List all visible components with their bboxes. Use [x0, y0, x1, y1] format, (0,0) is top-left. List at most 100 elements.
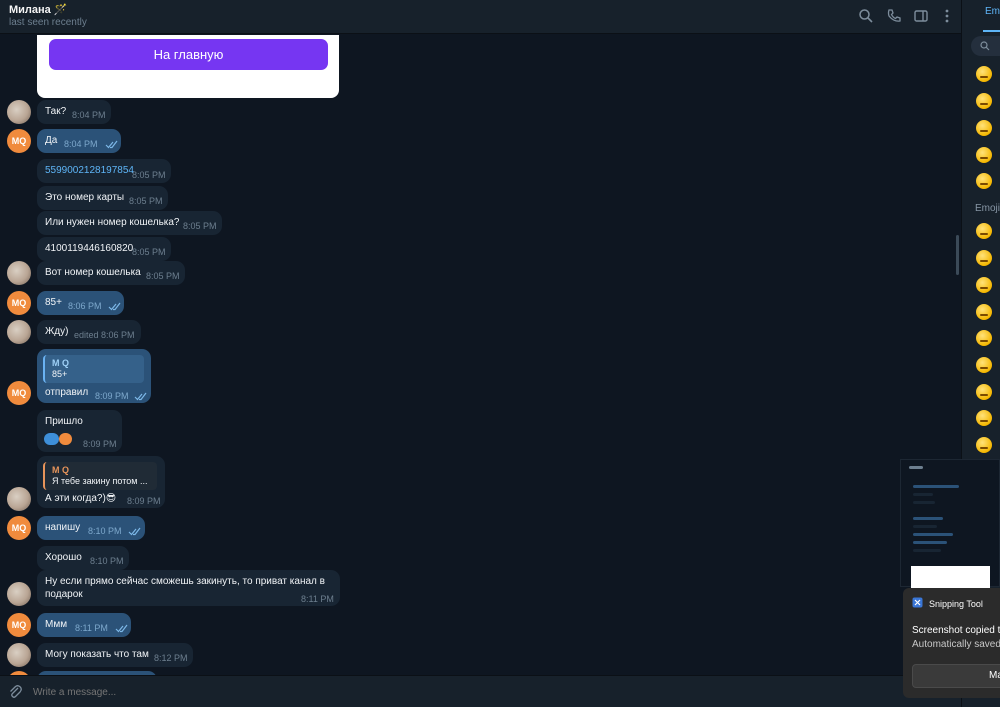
message-text: Это номер карты [45, 192, 125, 203]
reply-quote[interactable]: M Q Я тебе закину потом ... [43, 462, 157, 490]
message-text: Вот номер кошелька [45, 267, 141, 278]
incoming-message[interactable]: Или нужен номер кошелька? 8:05 PM [37, 211, 222, 235]
avatar[interactable] [7, 320, 31, 344]
home-button[interactable]: На главную [49, 39, 328, 70]
reply-quote[interactable]: M Q 85+ [43, 355, 144, 383]
avatar[interactable]: MQ [7, 613, 31, 637]
incoming-message[interactable]: 5599002128197854 8:05 PM [37, 159, 171, 183]
outgoing-message[interactable]: напишу 8:10 PM [37, 516, 145, 540]
message-time: 8:06 PM [68, 301, 102, 311]
message-time: 8:11 PM [301, 594, 334, 604]
emoji-search-input[interactable] [971, 36, 1000, 56]
avatar[interactable]: MQ [7, 291, 31, 315]
outgoing-message[interactable]: Ммм 8:11 PM [37, 613, 131, 637]
emoji-icon[interactable] [976, 277, 992, 293]
message-text: Пришло [45, 416, 83, 427]
avatar[interactable] [7, 100, 31, 124]
message-text: Жду) [45, 326, 69, 337]
message-time: 8:04 PM [72, 110, 106, 120]
outgoing-message[interactable]: M Q 85+ отправил 8:09 PM [37, 349, 151, 403]
snipping-tool-notification[interactable]: Snipping Tool Screenshot copied to clipb… [903, 588, 1000, 698]
message-text: 4100119446160820 [45, 243, 134, 254]
incoming-message[interactable]: Могу показать что там 8:12 PM [37, 643, 193, 667]
link-preview-card: На главную [37, 35, 339, 98]
incoming-message[interactable]: Хорошо 8:10 PM [37, 546, 129, 570]
attach-icon[interactable] [7, 684, 23, 700]
notification-subtitle: Automatically saved to screenshots folde… [912, 639, 1000, 650]
avatar[interactable] [7, 487, 31, 511]
message-time: 8:09 PM [83, 439, 117, 449]
emoji-category-label: Emoji [975, 203, 1000, 214]
incoming-message[interactable]: Вот номер кошелька 8:05 PM [37, 261, 185, 285]
message-time: 8:05 PM [132, 170, 166, 180]
emoji-icon[interactable] [976, 173, 992, 189]
outgoing-message[interactable]: 85+ 8:06 PM [37, 291, 124, 315]
incoming-message[interactable]: 4100119446160820 8:05 PM [37, 237, 171, 261]
phone-icon[interactable] [886, 8, 902, 24]
message-text-line2: подарок [45, 589, 83, 600]
message-text: напишу [45, 522, 81, 533]
sidebar-toggle-icon[interactable] [913, 8, 929, 24]
chat-header[interactable]: Милана 🪄 last seen recently [0, 0, 961, 34]
incoming-message[interactable]: Жду) edited 8:06 PM [37, 320, 141, 344]
emoji-icon[interactable] [976, 66, 992, 82]
avatar[interactable]: MQ [7, 516, 31, 540]
active-tab-indicator [983, 30, 1000, 32]
message-composer [0, 675, 961, 707]
message-text: Хорошо [45, 552, 82, 563]
tab-emoji[interactable]: Emoji [985, 6, 1000, 17]
avatar[interactable]: MQ [7, 129, 31, 153]
telegram-window: Милана 🪄 last seen recently На главную Т… [0, 0, 1000, 707]
read-check-icon [115, 624, 128, 633]
message-text: Ммм [45, 619, 68, 630]
emoji-icon[interactable] [976, 120, 992, 136]
message-time: 8:10 PM [88, 526, 122, 536]
message-input[interactable] [33, 682, 733, 702]
contact-name[interactable]: Милана 🪄 [9, 3, 68, 16]
thumbs-up-reaction-icon[interactable] [44, 433, 59, 445]
read-check-icon [105, 140, 118, 149]
outgoing-message[interactable]: Да 8:04 PM [37, 129, 121, 153]
message-time: 8:05 PM [132, 247, 166, 257]
message-text: Или нужен номер кошелька? [45, 217, 180, 228]
more-vertical-icon[interactable] [939, 8, 955, 24]
message-time: edited 8:06 PM [74, 330, 135, 340]
search-icon [980, 41, 990, 51]
avatar[interactable] [7, 643, 31, 667]
emoji-icon[interactable] [976, 304, 992, 320]
message-text[interactable]: 5599002128197854 [45, 165, 134, 176]
emoji-icon[interactable] [976, 437, 992, 453]
emoji-icon[interactable] [976, 147, 992, 163]
emoji-icon[interactable] [976, 250, 992, 266]
search-icon[interactable] [858, 8, 874, 24]
incoming-message[interactable]: Это номер карты 8:05 PM [37, 186, 168, 210]
emoji-icon[interactable] [976, 93, 992, 109]
emoji-icon[interactable] [976, 357, 992, 373]
emoji-icon[interactable] [976, 410, 992, 426]
message-time: 8:11 PM [75, 623, 108, 633]
thumbnail-card [911, 566, 990, 588]
screenshot-thumbnail[interactable] [900, 459, 1000, 588]
emoji-icon[interactable] [976, 223, 992, 239]
message-list[interactable]: На главную Так? 8:04 PM MQ Да 8:04 PM 55… [0, 35, 961, 675]
message-time: 8:12 PM [154, 653, 188, 663]
read-check-icon [128, 527, 141, 536]
mark-up-button[interactable]: Mark up and share [912, 664, 1000, 688]
message-text: Да [45, 135, 58, 146]
message-time: 8:04 PM [64, 139, 98, 149]
incoming-message[interactable]: Так? 8:04 PM [37, 100, 111, 124]
quote-text: 85+ [52, 369, 68, 379]
reaction-avatar [59, 433, 72, 445]
incoming-message[interactable]: Ну если прямо сейчас сможешь закинуть, т… [37, 570, 340, 606]
scrollbar-thumb[interactable] [956, 235, 959, 275]
avatar[interactable] [7, 582, 31, 606]
incoming-message[interactable]: M Q Я тебе закину потом ... А эти когда?… [37, 456, 165, 508]
avatar[interactable] [7, 261, 31, 285]
avatar[interactable]: MQ [7, 381, 31, 405]
message-time: 8:05 PM [129, 196, 163, 206]
emoji-icon[interactable] [976, 330, 992, 346]
message-text: Так? [45, 106, 67, 117]
emoji-icon[interactable] [976, 384, 992, 400]
incoming-message[interactable]: Пришло 8:09 PM [37, 410, 122, 452]
read-check-icon [134, 392, 147, 401]
